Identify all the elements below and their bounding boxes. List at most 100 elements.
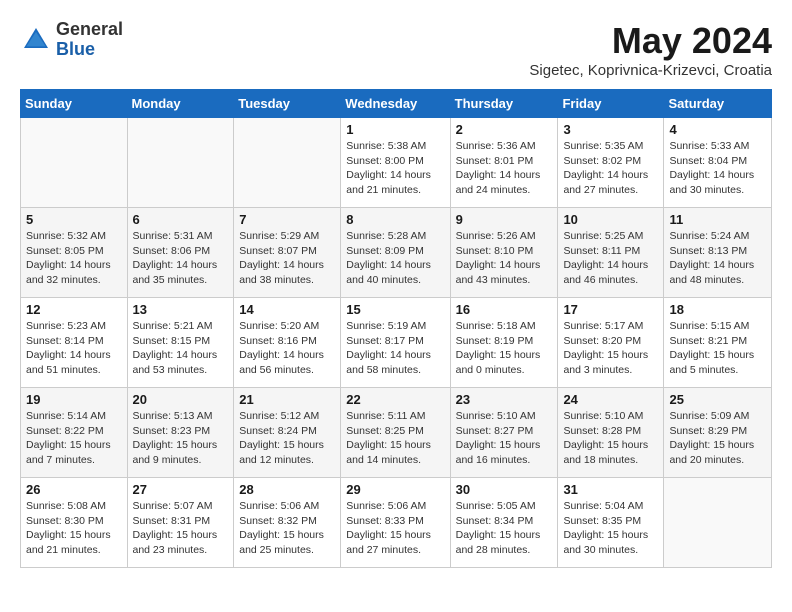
calendar-cell: 21 Sunrise: 5:12 AM Sunset: 8:24 PM Dayli… bbox=[234, 388, 341, 478]
calendar-cell bbox=[127, 118, 234, 208]
day-info: Sunrise: 5:15 AM Sunset: 8:21 PM Dayligh… bbox=[669, 319, 766, 378]
day-number: 20 bbox=[133, 392, 229, 407]
week-row-5: 26 Sunrise: 5:08 AM Sunset: 8:30 PM Dayli… bbox=[21, 478, 772, 568]
day-number: 26 bbox=[26, 482, 122, 497]
calendar-cell: 26 Sunrise: 5:08 AM Sunset: 8:30 PM Dayli… bbox=[21, 478, 128, 568]
day-number: 31 bbox=[563, 482, 658, 497]
day-number: 25 bbox=[669, 392, 766, 407]
day-number: 4 bbox=[669, 122, 766, 137]
day-info: Sunrise: 5:28 AM Sunset: 8:09 PM Dayligh… bbox=[346, 229, 444, 288]
logo: General Blue bbox=[20, 20, 123, 60]
weekday-header-sunday: Sunday bbox=[21, 90, 128, 118]
weekday-header-row: SundayMondayTuesdayWednesdayThursdayFrid… bbox=[21, 90, 772, 118]
week-row-3: 12 Sunrise: 5:23 AM Sunset: 8:14 PM Dayli… bbox=[21, 298, 772, 388]
calendar-cell: 29 Sunrise: 5:06 AM Sunset: 8:33 PM Dayli… bbox=[341, 478, 450, 568]
day-number: 16 bbox=[456, 302, 553, 317]
logo-general: General bbox=[56, 20, 123, 40]
day-number: 29 bbox=[346, 482, 444, 497]
day-info: Sunrise: 5:10 AM Sunset: 8:28 PM Dayligh… bbox=[563, 409, 658, 468]
day-number: 23 bbox=[456, 392, 553, 407]
calendar-cell: 30Sunrise: 5:05 AM Sunset: 8:34 PM Dayli… bbox=[450, 478, 558, 568]
day-number: 27 bbox=[133, 482, 229, 497]
calendar-cell: 16 Sunrise: 5:18 AM Sunset: 8:19 PM Dayli… bbox=[450, 298, 558, 388]
day-info: Sunrise: 5:18 AM Sunset: 8:19 PM Dayligh… bbox=[456, 319, 553, 378]
calendar-cell: 17 Sunrise: 5:17 AM Sunset: 8:20 PM Dayli… bbox=[558, 298, 664, 388]
page-header: General Blue May 2024 Sigetec, Koprivnic… bbox=[20, 20, 772, 79]
logo-blue: Blue bbox=[56, 40, 123, 60]
day-info: Sunrise: 5:06 AM Sunset: 8:32 PM Dayligh… bbox=[239, 499, 335, 558]
calendar-cell: 25 Sunrise: 5:09 AM Sunset: 8:29 PM Dayli… bbox=[664, 388, 772, 478]
calendar-cell: 7 Sunrise: 5:29 AM Sunset: 8:07 PM Daylig… bbox=[234, 208, 341, 298]
day-number: 12 bbox=[26, 302, 122, 317]
day-info: Sunrise: 5:13 AM Sunset: 8:23 PM Dayligh… bbox=[133, 409, 229, 468]
calendar-cell: 31 Sunrise: 5:04 AM Sunset: 8:35 PM Dayli… bbox=[558, 478, 664, 568]
calendar-cell bbox=[664, 478, 772, 568]
calendar-cell: 1 Sunrise: 5:38 AM Sunset: 8:00 PM Daylig… bbox=[341, 118, 450, 208]
day-info: Sunrise: 5:26 AM Sunset: 8:10 PM Dayligh… bbox=[456, 229, 553, 288]
day-number: 19 bbox=[26, 392, 122, 407]
calendar-cell: 8 Sunrise: 5:28 AM Sunset: 8:09 PM Daylig… bbox=[341, 208, 450, 298]
day-info: Sunrise: 5:06 AM Sunset: 8:33 PM Dayligh… bbox=[346, 499, 444, 558]
day-info: Sunrise: 5:09 AM Sunset: 8:29 PM Dayligh… bbox=[669, 409, 766, 468]
calendar-cell: 22Sunrise: 5:11 AM Sunset: 8:25 PM Dayli… bbox=[341, 388, 450, 478]
calendar-cell: 5Sunrise: 5:32 AM Sunset: 8:05 PM Daylig… bbox=[21, 208, 128, 298]
day-number: 17 bbox=[563, 302, 658, 317]
day-number: 15 bbox=[346, 302, 444, 317]
week-row-2: 5Sunrise: 5:32 AM Sunset: 8:05 PM Daylig… bbox=[21, 208, 772, 298]
day-number: 24 bbox=[563, 392, 658, 407]
weekday-header-saturday: Saturday bbox=[664, 90, 772, 118]
calendar-cell: 4 Sunrise: 5:33 AM Sunset: 8:04 PM Daylig… bbox=[664, 118, 772, 208]
calendar-cell: 15 Sunrise: 5:19 AM Sunset: 8:17 PM Dayli… bbox=[341, 298, 450, 388]
day-number: 8 bbox=[346, 212, 444, 227]
generalblue-logo-icon bbox=[20, 24, 52, 56]
location: Sigetec, Koprivnica-Krizevci, Croatia bbox=[529, 62, 772, 79]
weekday-header-tuesday: Tuesday bbox=[234, 90, 341, 118]
calendar-cell: 2Sunrise: 5:36 AM Sunset: 8:01 PM Daylig… bbox=[450, 118, 558, 208]
day-info: Sunrise: 5:08 AM Sunset: 8:30 PM Dayligh… bbox=[26, 499, 122, 558]
day-number: 10 bbox=[563, 212, 658, 227]
calendar-cell: 23 Sunrise: 5:10 AM Sunset: 8:27 PM Dayli… bbox=[450, 388, 558, 478]
day-info: Sunrise: 5:07 AM Sunset: 8:31 PM Dayligh… bbox=[133, 499, 229, 558]
day-info: Sunrise: 5:14 AM Sunset: 8:22 PM Dayligh… bbox=[26, 409, 122, 468]
day-number: 21 bbox=[239, 392, 335, 407]
weekday-header-wednesday: Wednesday bbox=[341, 90, 450, 118]
day-info: Sunrise: 5:35 AM Sunset: 8:02 PM Dayligh… bbox=[563, 139, 658, 198]
day-info: Sunrise: 5:17 AM Sunset: 8:20 PM Dayligh… bbox=[563, 319, 658, 378]
day-number: 1 bbox=[346, 122, 444, 137]
day-info: Sunrise: 5:24 AM Sunset: 8:13 PM Dayligh… bbox=[669, 229, 766, 288]
day-info: Sunrise: 5:12 AM Sunset: 8:24 PM Dayligh… bbox=[239, 409, 335, 468]
calendar-cell: 3 Sunrise: 5:35 AM Sunset: 8:02 PM Daylig… bbox=[558, 118, 664, 208]
day-info: Sunrise: 5:21 AM Sunset: 8:15 PM Dayligh… bbox=[133, 319, 229, 378]
calendar-cell: 24 Sunrise: 5:10 AM Sunset: 8:28 PM Dayli… bbox=[558, 388, 664, 478]
day-info: Sunrise: 5:04 AM Sunset: 8:35 PM Dayligh… bbox=[563, 499, 658, 558]
weekday-header-friday: Friday bbox=[558, 90, 664, 118]
day-info: Sunrise: 5:31 AM Sunset: 8:06 PM Dayligh… bbox=[133, 229, 229, 288]
weekday-header-monday: Monday bbox=[127, 90, 234, 118]
day-info: Sunrise: 5:05 AM Sunset: 8:34 PM Dayligh… bbox=[456, 499, 553, 558]
day-number: 22 bbox=[346, 392, 444, 407]
day-number: 3 bbox=[563, 122, 658, 137]
day-number: 13 bbox=[133, 302, 229, 317]
day-info: Sunrise: 5:19 AM Sunset: 8:17 PM Dayligh… bbox=[346, 319, 444, 378]
title-block: May 2024 Sigetec, Koprivnica-Krizevci, C… bbox=[529, 20, 772, 79]
day-info: Sunrise: 5:29 AM Sunset: 8:07 PM Dayligh… bbox=[239, 229, 335, 288]
calendar-cell: 20 Sunrise: 5:13 AM Sunset: 8:23 PM Dayli… bbox=[127, 388, 234, 478]
calendar-cell bbox=[234, 118, 341, 208]
day-info: Sunrise: 5:33 AM Sunset: 8:04 PM Dayligh… bbox=[669, 139, 766, 198]
calendar-cell: 14Sunrise: 5:20 AM Sunset: 8:16 PM Dayli… bbox=[234, 298, 341, 388]
day-number: 7 bbox=[239, 212, 335, 227]
day-info: Sunrise: 5:23 AM Sunset: 8:14 PM Dayligh… bbox=[26, 319, 122, 378]
calendar-cell: 28Sunrise: 5:06 AM Sunset: 8:32 PM Dayli… bbox=[234, 478, 341, 568]
week-row-1: 1 Sunrise: 5:38 AM Sunset: 8:00 PM Daylig… bbox=[21, 118, 772, 208]
day-info: Sunrise: 5:10 AM Sunset: 8:27 PM Dayligh… bbox=[456, 409, 553, 468]
day-number: 18 bbox=[669, 302, 766, 317]
logo-text: General Blue bbox=[56, 20, 123, 60]
day-number: 9 bbox=[456, 212, 553, 227]
day-number: 6 bbox=[133, 212, 229, 227]
day-number: 11 bbox=[669, 212, 766, 227]
calendar-cell: 11 Sunrise: 5:24 AM Sunset: 8:13 PM Dayli… bbox=[664, 208, 772, 298]
calendar-cell: 27 Sunrise: 5:07 AM Sunset: 8:31 PM Dayli… bbox=[127, 478, 234, 568]
calendar-cell: 6 Sunrise: 5:31 AM Sunset: 8:06 PM Daylig… bbox=[127, 208, 234, 298]
day-info: Sunrise: 5:38 AM Sunset: 8:00 PM Dayligh… bbox=[346, 139, 444, 198]
calendar-cell: 12 Sunrise: 5:23 AM Sunset: 8:14 PM Dayli… bbox=[21, 298, 128, 388]
